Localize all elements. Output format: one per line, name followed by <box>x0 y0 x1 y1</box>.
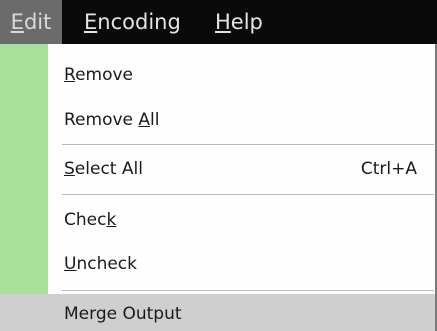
menu-edit-mnemonic: E <box>10 10 24 34</box>
menu-help-mnemonic: H <box>215 10 231 34</box>
menu-item-merge-output-label: Merge Output <box>64 304 182 324</box>
menu-item-uncheck[interactable]: Uncheck <box>0 243 435 285</box>
menu-item-remove-label: Remove <box>64 54 133 96</box>
menu-item-select-all-label: Select All <box>64 148 143 190</box>
mnemonic: U <box>64 254 77 274</box>
menu-item-uncheck-label: Uncheck <box>64 243 137 285</box>
label-text: elect All <box>74 159 143 179</box>
mnemonic: S <box>64 159 75 179</box>
menu-help[interactable]: Help <box>215 0 263 44</box>
menu-item-remove[interactable]: Remove <box>0 54 435 96</box>
menu-item-check[interactable]: Check <box>0 199 435 241</box>
menu-item-remove-all[interactable]: Remove All <box>0 99 435 141</box>
menu-item-remove-all-label: Remove All <box>64 99 160 141</box>
label-text: emove <box>75 65 134 85</box>
menu-separator <box>62 144 434 146</box>
menu-bar: Edit Encoding Help <box>0 0 437 44</box>
menu-encoding-label: ncoding <box>97 10 181 34</box>
menu-item-check-label: Check <box>64 199 116 241</box>
menu-separator <box>62 194 434 196</box>
menu-encoding-mnemonic: E <box>84 10 98 34</box>
label-text: Remove <box>64 110 139 130</box>
menu-item-merge-output[interactable]: Merge Output <box>0 294 435 331</box>
label-text: ll <box>150 110 160 130</box>
menu-item-select-all[interactable]: Select All Ctrl+A <box>0 148 435 190</box>
menu-help-label: elp <box>230 10 263 34</box>
mnemonic: k <box>106 210 117 230</box>
menu-separator <box>62 290 434 292</box>
mnemonic: R <box>64 65 76 85</box>
app-window: Edit Encoding Help Remove Remove All Sel… <box>0 0 437 331</box>
menu-encoding[interactable]: Encoding <box>84 0 181 44</box>
menu-edit[interactable]: Edit <box>0 0 62 44</box>
edit-dropdown-menu: Remove Remove All Select All Ctrl+A Chec… <box>0 44 437 331</box>
label-text: Chec <box>64 210 107 230</box>
mnemonic: A <box>138 110 151 130</box>
menu-edit-label: dit <box>23 10 52 34</box>
menu-item-select-all-shortcut: Ctrl+A <box>360 159 417 179</box>
label-text: ncheck <box>76 254 137 274</box>
